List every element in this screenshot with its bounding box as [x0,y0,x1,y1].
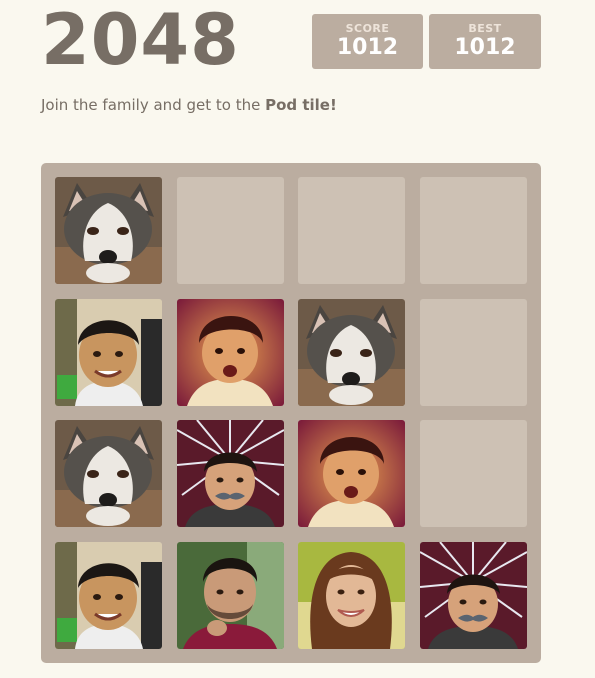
best-value: 1012 [454,35,516,60]
tile-toddler-portrait [176,298,284,406]
game-intro: Join the family and get to the Pod tile! [41,96,337,114]
tile-boy-portrait [55,298,163,406]
tile-woman-portrait [298,541,406,649]
game-board[interactable] [41,163,541,663]
game-title: 2048 [41,0,240,81]
best-score-box: BEST 1012 [429,14,541,69]
tile-boy-portrait [55,541,163,649]
empty-cell [298,177,406,285]
tile-toddler-portrait [298,420,406,528]
tile-young-man-portrait [176,541,284,649]
empty-cell [419,177,527,285]
empty-cell [176,177,284,285]
empty-cell [419,298,527,406]
score-box: SCORE 1012 [312,14,423,69]
intro-text: Join the family and get to the [41,96,266,114]
tile-husky-dog [55,177,163,285]
score-value: 1012 [336,35,399,60]
empty-cell [419,420,527,528]
tile-mustache-man-portrait [176,420,284,528]
tile-husky-dog [55,420,163,528]
intro-highlight: Pod tile! [265,96,337,114]
tile-husky-dog [298,298,406,406]
score-label: SCORE [345,22,390,35]
best-label: BEST [468,22,502,35]
tile-mustache-man-portrait [419,541,527,649]
